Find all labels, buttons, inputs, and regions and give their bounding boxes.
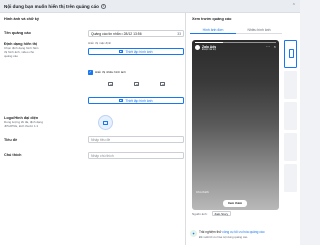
- experience-text: Trải nghiệm thử công cụ tối ưu hóa quảng…: [199, 230, 264, 234]
- tab-multiple-images[interactable]: Nhiều hình ảnh: [236, 26, 282, 34]
- section-title: Nội dung bạn muốn hiển thị trên quảng cá…: [4, 3, 99, 9]
- placement-thumb-5[interactable]: [284, 164, 297, 192]
- title-input[interactable]: Nhập tiêu đề: [88, 136, 184, 143]
- setup-images-button[interactable]: Thiết lập hình ảnh: [88, 48, 184, 55]
- column-divider: [185, 13, 186, 245]
- setup-images-label: Thiết lập hình ảnh: [125, 49, 153, 54]
- close-icon: ×: [273, 44, 276, 49]
- phone-icon: [289, 49, 294, 58]
- avatar: [195, 45, 200, 50]
- logo-upload[interactable]: [98, 115, 113, 130]
- caption-input[interactable]: Nhập chú thích: [88, 152, 184, 159]
- default-display-caption: Hiển thị mặc định: [88, 41, 112, 45]
- info-icon[interactable]: i: [100, 3, 106, 9]
- thumb-slot-3[interactable]: [157, 79, 168, 89]
- title-placeholder: Nhập tiêu đề: [91, 137, 111, 142]
- source-badge: Zalo Story: [212, 211, 231, 216]
- placement-thumb-3[interactable]: [284, 102, 297, 130]
- caption-label: Chú thích: [4, 153, 22, 157]
- preview-tabs: Hình ảnh đơn Nhiều hình ảnh: [190, 26, 282, 34]
- chevron-up-icon[interactable]: ⌃: [292, 3, 296, 9]
- logo-description: Dung lượng tối đa, định dạng JPG/PNG, kí…: [4, 120, 44, 128]
- story-progress-bar: [195, 42, 276, 43]
- ad-name-label: Tên quảng cáo: [4, 31, 31, 35]
- ad-name-value: Quảng cáo tin nhắn • 28/12 13:56: [91, 31, 142, 36]
- thumb-slot-2[interactable]: [131, 79, 142, 89]
- ad-content-panel: Nội dung bạn muốn hiển thị trên quảng cá…: [0, 0, 300, 245]
- ad-name-input[interactable]: Quảng cáo tin nhắn • 28/12 13:56 33: [88, 30, 184, 37]
- ad-name-counter: 33: [177, 31, 181, 36]
- multi-images-checkbox[interactable]: ✓: [88, 70, 93, 75]
- media-section-label: Hình ảnh và chữ ký: [4, 17, 40, 21]
- placement-thumb-1[interactable]: [284, 40, 297, 68]
- more-icon: ⋯: [266, 44, 270, 49]
- experience-prefix: Trải nghiệm thử: [199, 230, 223, 234]
- setup-images-label-2: Thiết lập hình ảnh: [125, 98, 153, 103]
- image-icon: [119, 49, 124, 54]
- experience-link[interactable]: công cụ tối ưu hóa quảng cáo: [222, 230, 264, 234]
- image-icon: [103, 120, 108, 125]
- tab-single-image[interactable]: Hình ảnh đơn: [190, 26, 236, 34]
- experience-subtext: Đề xuất tối ưu hóa nội dung quảng cáo: [199, 234, 248, 239]
- placement-thumb-2[interactable]: [284, 71, 297, 99]
- sparkle-icon: ✦: [190, 230, 197, 237]
- section-header[interactable]: Nội dung bạn muốn hiển thị trên quảng cá…: [0, 0, 300, 13]
- story-cta-button: Xem thêm: [223, 200, 247, 207]
- image-placeholder-icon: [134, 82, 139, 86]
- thumb-slot-1[interactable]: [105, 79, 116, 89]
- story-caption: Chú thích: [196, 190, 209, 194]
- image-placeholder-icon: [108, 82, 113, 86]
- setup-images-button-2[interactable]: Thiết lập hình ảnh: [88, 97, 184, 104]
- title-label: Tiêu đề: [4, 138, 18, 142]
- caption-placeholder: Nhập chú thích: [91, 153, 114, 158]
- images-description: Chọn định dạng hình hiển thị hình ảnh, v…: [4, 46, 39, 58]
- preview-label: Xem trước quảng cáo: [192, 17, 232, 21]
- placement-thumb-4[interactable]: [284, 133, 297, 161]
- multi-images-label: Hiển thị nhiều hình ảnh: [95, 69, 126, 74]
- image-placeholder-icon: [160, 82, 165, 86]
- source-label: Nguồn ảnh:: [192, 212, 208, 216]
- story-progress-fill: [195, 42, 224, 43]
- story-sponsored: Được tài trợ: [202, 48, 217, 52]
- story-preview: Zalo Ads Được tài trợ ⋯ × Chú thích Xem …: [192, 40, 279, 210]
- image-icon: [119, 98, 124, 103]
